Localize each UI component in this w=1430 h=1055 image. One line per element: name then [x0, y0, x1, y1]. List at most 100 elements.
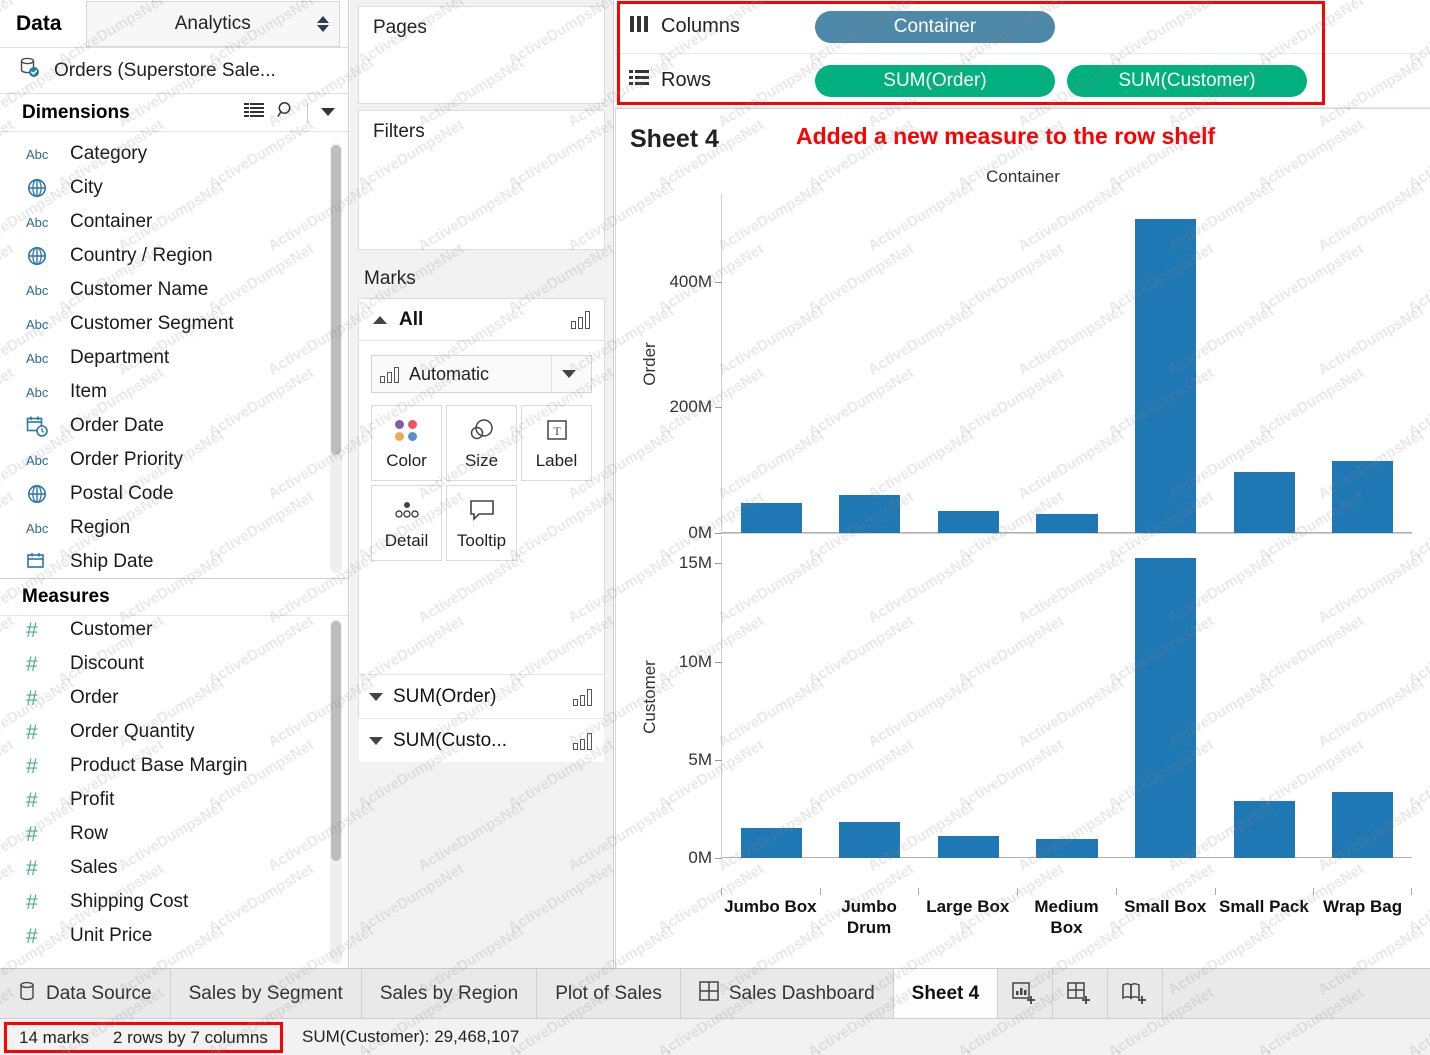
abc-icon: Abc: [26, 520, 49, 536]
tab-plot-of-sales[interactable]: Plot of Sales: [537, 969, 681, 1018]
analytics-tab[interactable]: Analytics: [85, 0, 340, 47]
new-worksheet-icon[interactable]: [998, 969, 1054, 1018]
bar-wrap-bag[interactable]: [1332, 460, 1394, 533]
chevron-down-icon[interactable]: [369, 692, 383, 701]
marks-card-sum-customer[interactable]: SUM(Custo...: [359, 718, 604, 762]
pages-card[interactable]: Pages: [358, 6, 605, 104]
measure-unit-price[interactable]: # Unit Price: [0, 919, 348, 953]
pill-sum-order[interactable]: SUM(Order): [815, 64, 1055, 97]
measure-discount[interactable]: # Discount: [0, 647, 348, 681]
columns-shelf[interactable]: Columns Container: [615, 0, 1430, 54]
tab-sales-by-segment[interactable]: Sales by Segment: [171, 969, 362, 1018]
measure-customer[interactable]: # Customer: [0, 613, 348, 647]
tab-sheet-4[interactable]: Sheet 4: [893, 969, 999, 1018]
pill-container[interactable]: Container: [815, 10, 1055, 43]
bar-jumbo-drum[interactable]: [839, 821, 901, 858]
pill-sum-customer[interactable]: SUM(Customer): [1067, 64, 1307, 97]
data-tab[interactable]: Data: [16, 12, 62, 36]
tooltip-button-label: Tooltip: [456, 531, 507, 550]
x-axis-label-medium-box[interactable]: Medium Box: [1017, 896, 1116, 939]
bar-jumbo-box[interactable]: [740, 827, 802, 858]
tooltip-button[interactable]: Tooltip: [446, 485, 517, 561]
bar-medium-box[interactable]: [1036, 839, 1098, 858]
dimension-department[interactable]: Abc Department: [0, 341, 348, 375]
y-axis-tick-mark: [715, 281, 722, 283]
bar-large-box[interactable]: [937, 836, 999, 858]
list-view-icon[interactable]: [244, 102, 265, 124]
measures-list[interactable]: # Customer # Discount # Order # Order Quantity #…: [0, 613, 348, 968]
globe-icon: [26, 245, 56, 267]
bar-chart-icon: [571, 310, 590, 329]
filters-card[interactable]: Filters: [358, 110, 605, 250]
measure-product-base-margin[interactable]: # Product Base Margin: [0, 749, 348, 783]
status-highlight-box: 14 marks 2 rows by 7 columns: [4, 1022, 283, 1053]
x-axis-label-jumbo-drum[interactable]: Jumbo Drum: [820, 896, 919, 939]
dimensions-scrollbar[interactable]: [330, 143, 342, 573]
measure-shipping-cost[interactable]: # Shipping Cost: [0, 885, 348, 919]
new-story-icon[interactable]: [1108, 969, 1164, 1018]
color-button[interactable]: Color: [371, 405, 442, 481]
tab-sales-dashboard[interactable]: Sales Dashboard: [681, 969, 894, 1018]
tab-data-source[interactable]: Data Source: [0, 969, 171, 1018]
measure-order[interactable]: # Order: [0, 681, 348, 715]
chevron-down-icon[interactable]: [320, 104, 336, 122]
dimension-city[interactable]: City: [0, 171, 348, 205]
marks-card-sum-order[interactable]: SUM(Order): [359, 674, 604, 718]
rows-shelf[interactable]: Rows SUM(Order) SUM(Customer): [615, 54, 1430, 108]
measure-profit[interactable]: # Profit: [0, 783, 348, 817]
bar-small-box[interactable]: [1135, 557, 1197, 858]
label-button-label: Label: [535, 451, 578, 470]
bar-small-box[interactable]: [1135, 219, 1197, 533]
bar-large-box[interactable]: [937, 511, 999, 533]
x-axis-label-jumbo-box[interactable]: Jumbo Box: [721, 896, 820, 917]
dimension-country-region[interactable]: Country / Region: [0, 239, 348, 273]
dimension-customer-segment[interactable]: Abc Customer Segment: [0, 307, 348, 341]
field-label: Postal Code: [70, 483, 174, 504]
measure-order-quantity[interactable]: # Order Quantity: [0, 715, 348, 749]
detail-button[interactable]: Detail: [371, 485, 442, 561]
dimension-region[interactable]: Abc Region: [0, 511, 348, 545]
x-axis-label-small-box[interactable]: Small Box: [1116, 896, 1215, 917]
bar-medium-box[interactable]: [1036, 514, 1098, 533]
x-axis-label-wrap-bag[interactable]: Wrap Bag: [1313, 896, 1412, 917]
label-button[interactable]: T Label: [521, 405, 592, 481]
bar-jumbo-drum[interactable]: [839, 495, 901, 533]
dimensions-list[interactable]: Abc Category City Abc Container Country / Reg…: [0, 137, 348, 579]
measures-scrollbar[interactable]: [330, 619, 342, 964]
field-label: Ship Date: [70, 551, 154, 572]
size-button[interactable]: Size: [446, 405, 517, 481]
bar-small-pack[interactable]: [1233, 801, 1295, 858]
dimension-customer-name[interactable]: Abc Customer Name: [0, 273, 348, 307]
search-icon[interactable]: [277, 101, 295, 124]
dimension-container[interactable]: Abc Container: [0, 205, 348, 239]
dimension-order-date[interactable]: Order Date: [0, 409, 348, 443]
dimension-postal-code[interactable]: Postal Code: [0, 477, 348, 511]
tab-sales-by-region[interactable]: Sales by Region: [362, 969, 538, 1018]
sort-arrows-icon[interactable]: [317, 15, 329, 32]
chart-panel-customer[interactable]: 0M 5M 10M 15M Customer: [640, 536, 1412, 867]
x-axis-label-small-pack[interactable]: Small Pack: [1215, 896, 1314, 917]
datasource-name: Orders (Superstore Sale...: [54, 59, 276, 81]
status-rows-cols: 2 rows by 7 columns: [112, 1027, 268, 1047]
y-axis-tick-label: 400M: [669, 271, 712, 291]
measure-row[interactable]: # Row: [0, 817, 348, 851]
datasource-row[interactable]: Orders (Superstore Sale...: [0, 48, 348, 94]
marks-all-row[interactable]: All: [359, 299, 604, 341]
mark-type-dropdown[interactable]: Automatic: [371, 355, 592, 393]
bar-jumbo-box[interactable]: [740, 502, 802, 533]
dimension-category[interactable]: Abc Category: [0, 137, 348, 171]
dimension-item[interactable]: Abc Item: [0, 375, 348, 409]
chevron-up-icon[interactable]: [373, 315, 387, 324]
hash-icon: #: [26, 924, 38, 948]
new-dashboard-icon[interactable]: [1053, 969, 1109, 1018]
chevron-down-icon[interactable]: [369, 736, 383, 745]
bar-small-pack[interactable]: [1233, 472, 1295, 533]
y-axis-tick-label: 15M: [678, 553, 712, 573]
bar-wrap-bag[interactable]: [1332, 792, 1394, 858]
measure-sales[interactable]: # Sales: [0, 851, 348, 885]
dimension-ship-date[interactable]: Ship Date: [0, 545, 348, 579]
chevron-down-icon[interactable]: [551, 356, 585, 392]
dimension-order-priority[interactable]: Abc Order Priority: [0, 443, 348, 477]
x-axis-label-large-box[interactable]: Large Box: [918, 896, 1017, 917]
chart-panel-order[interactable]: 0M 200M 400M Order: [640, 194, 1412, 542]
